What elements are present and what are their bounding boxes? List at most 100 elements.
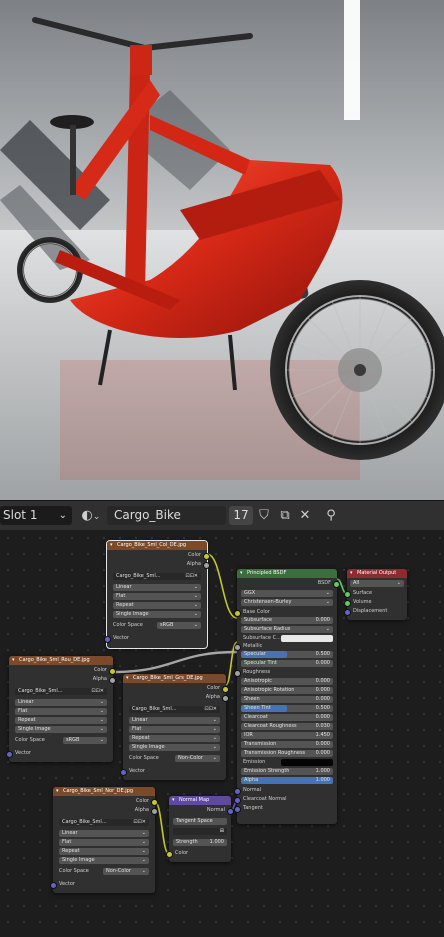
socket-color-out[interactable] — [151, 799, 158, 806]
socket-alpha-out[interactable] — [222, 695, 229, 702]
transmission-roughness-slider[interactable]: Transmission Roughness 0.000 — [241, 750, 333, 757]
emission-strength-slider[interactable]: Emission Strength 1.000 — [241, 768, 333, 775]
principled-bsdf-node[interactable]: ▾ Principled BSDF BSDF GGX ⌄ Christensen-B… — [234, 569, 340, 824]
slot-dropdown[interactable]: Slot 1 ⌄ — [0, 506, 72, 525]
projection-dropdown[interactable]: Flat ⌄ — [59, 839, 149, 846]
source-dropdown[interactable]: Single Image ⌄ — [129, 744, 220, 751]
subsurface-slider[interactable]: Subsurface 0.000 — [241, 617, 333, 624]
socket-color-out[interactable] — [203, 553, 210, 560]
socket-clearcoat-normal[interactable] — [234, 797, 241, 804]
socket-roughness[interactable] — [234, 670, 241, 677]
socket-base-color[interactable] — [234, 610, 241, 617]
socket-normal-out[interactable] — [227, 808, 234, 815]
collapse-icon[interactable]: ▾ — [56, 787, 59, 796]
image-selector[interactable]: Cargo_Bike_Sml... ⊡⊡✕ — [113, 573, 201, 580]
image-texture-node-col[interactable]: ▾ Cargo_Bike_Sml_Col_DE.jpg Color Alpha C… — [104, 540, 210, 649]
image-selector[interactable]: Cargo_Bike_Sml... ⊡⊡✕ — [59, 819, 149, 826]
projection-dropdown[interactable]: Flat ⌄ — [15, 708, 107, 715]
image-tools-icon: ⊡⊡✕ — [91, 688, 104, 694]
clearcoat-slider[interactable]: Clearcoat 0.000 — [241, 714, 333, 721]
socket-tangent[interactable] — [234, 806, 241, 813]
collapse-icon[interactable]: ▾ — [350, 569, 353, 578]
interpolation-dropdown[interactable]: Linear ⌄ — [59, 830, 149, 837]
sheen-slider[interactable]: Sheen 0.000 — [241, 696, 333, 703]
normal-map-node[interactable]: ▾ Normal Map Normal Tangent Space ⊞ Stren… — [166, 796, 234, 862]
subsurface-color-swatch[interactable] — [281, 635, 333, 642]
extension-dropdown[interactable]: Repeat ⌄ — [15, 717, 107, 724]
subsurface-method-dropdown[interactable]: Christensen-Burley ⌄ — [241, 599, 333, 606]
image-selector[interactable]: Cargo_Bike_Sml... ⊡⊡✕ — [129, 706, 220, 713]
user-count[interactable]: 17 — [229, 506, 253, 525]
socket-color-out[interactable] — [109, 668, 116, 675]
socket-vector-in[interactable] — [120, 769, 127, 776]
sheen-tint-slider[interactable]: Sheen Tint 0.500 — [241, 705, 333, 712]
image-texture-node-normal[interactable]: ▾ Cargo_Bike_Sml_Nor_DE.jpg Color Alpha C… — [50, 787, 158, 893]
distribution-dropdown[interactable]: GGX ⌄ — [241, 590, 333, 597]
node-editor[interactable]: ▾ Cargo_Bike_Sml_Col_DE.jpg Color Alpha C… — [0, 530, 444, 937]
socket-color-out[interactable] — [222, 686, 229, 693]
ior-slider[interactable]: IOR 1.450 — [241, 732, 333, 739]
color-space-dropdown[interactable]: sRGB ⌄ — [157, 622, 201, 629]
image-texture-node-metal[interactable]: ▾ Cargo_Bike_Sml_Grs_DE.jpg Color Alpha C… — [120, 674, 229, 780]
socket-color-in[interactable] — [166, 851, 173, 858]
interpolation-dropdown[interactable]: Linear ⌄ — [129, 717, 220, 724]
material-browse-button[interactable]: ◐⌄ — [78, 506, 104, 525]
uv-map-field[interactable]: ⊞ — [173, 828, 227, 835]
alpha-slider[interactable]: Alpha 1.000 — [241, 777, 333, 784]
source-dropdown[interactable]: Single Image ⌄ — [15, 726, 107, 733]
target-dropdown[interactable]: All ⌄ — [350, 580, 404, 587]
input-normal: Normal — [243, 787, 262, 793]
strength-slider[interactable]: Strength 1.000 — [173, 839, 227, 846]
material-name-field[interactable]: Cargo_Bike — [107, 506, 226, 525]
extension-dropdown[interactable]: Repeat ⌄ — [113, 602, 201, 609]
socket-vector-in[interactable] — [104, 636, 111, 643]
interpolation-dropdown[interactable]: Linear ⌄ — [113, 584, 201, 591]
anisotropic-rotation-slider[interactable]: Anisotropic Rotation 0.000 — [241, 687, 333, 694]
socket-bsdf-out[interactable] — [333, 581, 340, 588]
projection-dropdown[interactable]: Flat ⌄ — [129, 726, 220, 733]
specular-tint-slider[interactable]: Specular Tint 0.000 — [241, 660, 333, 667]
collapse-icon[interactable]: ▾ — [126, 674, 129, 683]
collapse-icon[interactable]: ▾ — [110, 541, 113, 550]
socket-displacement[interactable] — [344, 609, 351, 616]
pin-button[interactable]: ⚲ — [322, 506, 340, 525]
source-dropdown[interactable]: Single Image ⌄ — [113, 611, 201, 618]
chevron-down-icon: ⌄ — [212, 726, 217, 732]
socket-vector-in[interactable] — [6, 751, 13, 758]
color-space-value: sRGB — [160, 622, 174, 628]
projection-dropdown[interactable]: Flat ⌄ — [113, 593, 201, 600]
unlink-material-button[interactable]: ✕ — [296, 506, 314, 525]
image-texture-node-rough[interactable]: ▾ Cargo_Bike_Sml_Rou_DE.jpg Color Alpha C… — [6, 656, 116, 762]
fake-user-button[interactable]: ⛉ — [255, 506, 273, 525]
subsurface-radius-dropdown[interactable]: Subsurface Radius ⌄ — [241, 626, 333, 633]
link-roughness — [112, 650, 238, 674]
socket-metallic[interactable] — [234, 644, 241, 651]
color-space-dropdown[interactable]: sRGB ⌄ — [63, 737, 107, 744]
collapse-icon[interactable]: ▾ — [12, 656, 15, 665]
duplicate-material-button[interactable]: ⧉ — [276, 506, 294, 525]
anisotropic-slider[interactable]: Anisotropic 0.000 — [241, 678, 333, 685]
clearcoat-roughness-slider[interactable]: Clearcoat Roughness 0.030 — [241, 723, 333, 730]
socket-normal[interactable] — [234, 788, 241, 795]
transmission-slider[interactable]: Transmission 0.000 — [241, 741, 333, 748]
clearcoat-roughness-label: Clearcoat Roughness — [244, 723, 297, 729]
emission-color-swatch[interactable] — [281, 759, 333, 766]
socket-alpha-out[interactable] — [109, 677, 116, 684]
socket-alpha-out[interactable] — [203, 562, 210, 569]
socket-volume[interactable] — [344, 600, 351, 607]
socket-surface[interactable] — [344, 591, 351, 598]
extension-dropdown[interactable]: Repeat ⌄ — [129, 735, 220, 742]
socket-alpha-out[interactable] — [151, 808, 158, 815]
source-dropdown[interactable]: Single Image ⌄ — [59, 857, 149, 864]
interpolation-dropdown[interactable]: Linear ⌄ — [15, 699, 107, 706]
material-output-node[interactable]: ▾ Material Output All ⌄ Surface Volume Dis… — [344, 569, 407, 620]
collapse-icon[interactable]: ▾ — [172, 796, 175, 805]
extension-dropdown[interactable]: Repeat ⌄ — [59, 848, 149, 855]
specular-slider[interactable]: Specular 0.500 — [241, 651, 333, 658]
color-space-dropdown[interactable]: Non-Color ⌄ — [103, 868, 149, 875]
space-dropdown[interactable]: Tangent Space — [173, 818, 227, 825]
color-space-dropdown[interactable]: Non-Color ⌄ — [175, 755, 220, 762]
socket-vector-in[interactable] — [50, 882, 57, 889]
collapse-icon[interactable]: ▾ — [240, 569, 243, 578]
image-selector[interactable]: Cargo_Bike_Sml... ⊡⊡✕ — [15, 688, 107, 695]
